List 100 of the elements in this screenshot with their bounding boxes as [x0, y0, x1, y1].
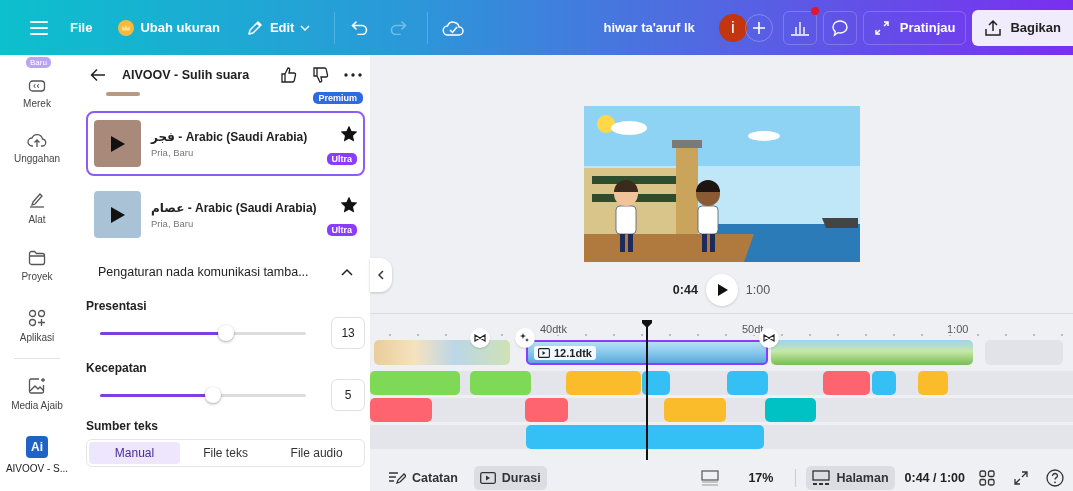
transition-button[interactable]	[470, 328, 490, 348]
panel-title: AIVOOV - Sulih suara	[122, 68, 251, 82]
star-icon[interactable]	[341, 126, 358, 142]
collapse-panel-button[interactable]	[370, 258, 392, 292]
slider-track[interactable]	[100, 387, 307, 403]
sidebar-item[interactable]: Ai AIVOOV - S...	[0, 422, 74, 481]
notes-icon	[388, 470, 406, 485]
preview-button[interactable]: Pratinjau	[862, 10, 967, 45]
chevron-left-icon	[378, 270, 384, 280]
thumbs-up-icon	[280, 66, 299, 84]
undo-icon	[351, 20, 370, 35]
video-icon	[479, 471, 496, 484]
audio-clip[interactable]	[525, 398, 568, 422]
magic-image-icon	[28, 377, 46, 395]
bowtie-icon	[763, 334, 775, 342]
share-button[interactable]: Bagikan	[972, 9, 1073, 46]
ruler-label: 1:00	[945, 323, 971, 335]
expand-icon	[873, 19, 890, 36]
grid-icon	[979, 469, 995, 486]
play-icon[interactable]	[109, 205, 126, 224]
comment-button[interactable]	[822, 10, 857, 45]
user-avatar[interactable]: i	[718, 13, 747, 42]
playhead-handle-icon[interactable]	[641, 320, 653, 329]
pages-button[interactable]: Halaman	[806, 465, 895, 490]
slider-label: Kecepatan	[86, 361, 148, 375]
sidebar-item[interactable]: Baru Merek	[0, 59, 74, 118]
layout-icon	[701, 469, 720, 486]
total-duration: 1:00	[745, 283, 771, 297]
audio-clip[interactable]	[566, 371, 641, 395]
audio-clip[interactable]	[526, 425, 764, 449]
audio-clip[interactable]	[823, 371, 870, 395]
zoom-level[interactable]: 17%	[748, 470, 774, 485]
section-label: Sumber teks	[86, 419, 160, 433]
menu-icon	[30, 20, 48, 35]
bowtie-icon	[474, 334, 486, 342]
folder-icon	[28, 250, 46, 266]
sidebar-item[interactable]: Alat	[0, 177, 74, 236]
help-icon	[1046, 468, 1064, 487]
audio-clip[interactable]	[370, 398, 432, 422]
audio-clip[interactable]	[370, 371, 460, 395]
brand-kit-icon	[28, 77, 46, 93]
segment-tab[interactable]: File teks	[180, 442, 272, 464]
premium-badge: Premium	[312, 92, 364, 104]
pencil-icon	[245, 18, 264, 37]
analytics-button[interactable]	[782, 10, 817, 45]
cloud-check-icon	[442, 18, 465, 37]
photo-placeholder	[106, 92, 140, 96]
chevron-down-icon	[300, 24, 311, 31]
audio-clip[interactable]	[470, 371, 531, 395]
video-icon	[538, 348, 550, 358]
notes-button[interactable]: Catatan	[382, 465, 464, 490]
play-icon	[716, 283, 729, 297]
app-icon: Ai	[26, 436, 48, 458]
segment-tab[interactable]: Manual	[89, 442, 181, 464]
sidebar-item[interactable]: Unggahan	[0, 118, 74, 177]
play-icon[interactable]	[109, 134, 126, 153]
audio-clip[interactable]	[918, 371, 948, 395]
segment-tab[interactable]: File audio	[271, 442, 363, 464]
value-field[interactable]: 5	[331, 379, 366, 411]
value-field[interactable]: 13	[331, 317, 366, 349]
playhead[interactable]	[641, 320, 653, 460]
selected-video-clip[interactable]: 12.1dtk	[526, 340, 768, 365]
play-button[interactable]	[705, 274, 738, 306]
comment-icon	[830, 18, 849, 37]
slider-track[interactable]	[100, 325, 307, 341]
video-clip[interactable]	[374, 340, 510, 365]
sidebar-item[interactable]: Aplikasi	[0, 295, 74, 354]
design-title[interactable]: hiwar ta'aruf lk	[603, 20, 695, 35]
video-clip[interactable]	[771, 340, 973, 365]
voice-details: Pria, Baru	[151, 146, 195, 158]
cloud-upload-icon	[27, 132, 47, 148]
voice-name: عصام - Arabic (Saudi Arabia)	[151, 200, 317, 215]
section-toggle[interactable]: Pengaturan nada komunikasi tamba...	[86, 253, 366, 279]
upload-icon	[984, 18, 1003, 37]
clip-duration: 12.1dtk	[534, 346, 596, 360]
apps-icon	[28, 309, 46, 327]
audio-clip[interactable]	[727, 371, 768, 395]
star-icon[interactable]	[341, 197, 358, 213]
redo-icon	[389, 20, 408, 35]
audio-clip[interactable]	[765, 398, 816, 422]
voice-details: Pria, Baru	[151, 217, 195, 229]
voice-name: فجر - Arabic (Saudi Arabia)	[151, 129, 309, 144]
tier-badge: Ultra	[326, 224, 358, 236]
back-arrow-icon	[90, 68, 106, 82]
audio-clip[interactable]	[872, 371, 896, 395]
duration-button[interactable]: Durasi	[473, 465, 547, 490]
sidebar-item[interactable]: Proyek	[0, 236, 74, 295]
audio-clip[interactable]	[664, 398, 726, 422]
tier-badge: Ultra	[326, 153, 358, 165]
slider-handle[interactable]	[217, 325, 234, 341]
expand-icon	[1014, 470, 1028, 485]
bar-chart-icon	[789, 19, 810, 36]
slider-handle[interactable]	[205, 387, 222, 403]
audio-clip[interactable]	[642, 371, 670, 395]
pen-icon	[28, 191, 46, 209]
thumbs-down-icon	[312, 66, 331, 84]
sidebar-item[interactable]: Media Ajaib	[0, 363, 74, 422]
new-badge: Baru	[26, 57, 51, 68]
slider-label: Presentasi	[86, 299, 148, 313]
ruler-label: 40dtk	[538, 323, 569, 335]
